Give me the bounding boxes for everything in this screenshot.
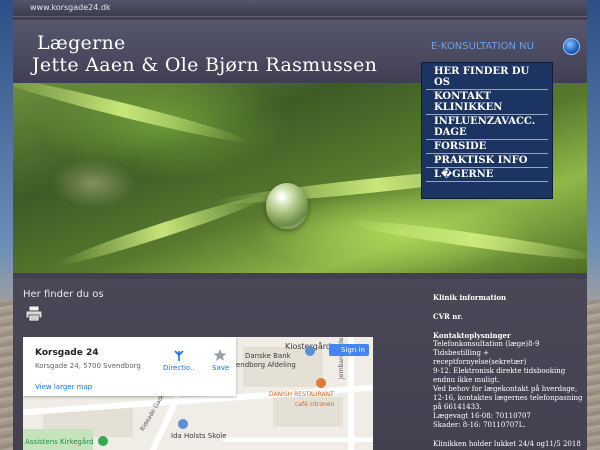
map-label-danish-restaurant: DANISH RESTAURANT (269, 391, 334, 398)
cvr-label: CVR nr. (433, 312, 463, 321)
holiday-note: Klinikken holder lukket 24/4 og11/5 2018 (433, 440, 581, 448)
site-title-line2[interactable]: Jette Aaen & Ole Bjørn Rasmussen (32, 54, 377, 76)
grass-blade (56, 189, 270, 271)
view-larger-map-link[interactable]: View larger map (35, 383, 92, 391)
water-drop (266, 183, 308, 229)
map-signin-label: Sign in (341, 346, 365, 354)
bank-marker-icon[interactable] (305, 346, 315, 356)
map-signin-button[interactable]: Sign in (329, 344, 369, 356)
main-nav: HER FINDER DU OS KONTAKT KLINIKKEN INFLU… (421, 62, 553, 199)
globe-icon[interactable] (563, 38, 580, 55)
contact-line: på 66141433. (433, 403, 482, 411)
grass-blade (13, 83, 251, 149)
map-label-danske-bank: Danske Bank (245, 352, 291, 360)
contact-line: 12-16, kontaktes lægernes telefonpasning (433, 394, 583, 402)
nav-item-contact[interactable]: KONTAKT KLINIKKEN (426, 90, 548, 115)
site-title-line1[interactable]: Lægerne (37, 32, 126, 54)
top-bar: www.korsgade24.dk (13, 0, 587, 17)
map-label-ida-holsts-skole: Ida Holsts Skole (171, 432, 227, 440)
map-label-assistens-kirkegard: Assistens Kirkegård (25, 438, 94, 446)
contact-line: Lægevagt 16-08: 70110707 (433, 412, 531, 420)
contact-line: endnu ikke muligt. (433, 376, 500, 384)
nav-item-home[interactable]: FORSIDE (426, 140, 548, 154)
contact-line: Ved behov for lægekontakt på hverdage, (433, 385, 578, 393)
nav-item-find-us[interactable]: HER FINDER DU OS (426, 65, 548, 90)
printer-icon[interactable] (25, 305, 43, 322)
ekonsultation-link[interactable]: E-KONSULTATION NU (431, 41, 534, 52)
nav-item-flu-vaccine[interactable]: INFLUENZAVACC. DAGE (426, 115, 548, 140)
directions-icon[interactable] (172, 350, 186, 362)
directions-button[interactable]: Directio.. (163, 364, 195, 372)
site-url[interactable]: www.korsgade24.dk (30, 3, 111, 12)
star-icon[interactable] (213, 348, 227, 362)
map-label-svendborg-afdeling: endborg Afdeling (236, 361, 296, 369)
contact-heading: Kontaktoplysninger (433, 331, 511, 340)
map-road (223, 437, 373, 442)
sidebar-info: Klinik information CVR nr. Kontaktoplysn… (433, 293, 583, 449)
nav-item-doctors[interactable]: L�GERNE (426, 168, 548, 182)
google-map[interactable]: Klostergård Danske Bank endborg Afdeling… (23, 337, 373, 450)
map-label-cafe-citronen: café citronen (295, 401, 335, 408)
contact-line: Telefonkonsultation (læge)8-9 (433, 340, 540, 348)
save-button[interactable]: Save (212, 364, 229, 372)
map-card-title: Korsgade 24 (35, 348, 99, 358)
contact-line: Tidsbestilling + receptfornyelse(sekretæ… (433, 349, 527, 366)
contact-line: Skader: 8-16: 70110707L. (433, 421, 526, 429)
cemetery-marker-icon[interactable] (98, 436, 108, 446)
restaurant-marker-icon[interactable] (316, 378, 326, 388)
page-title: Her finder du os (23, 289, 104, 300)
grass-blade (343, 214, 587, 266)
klinik-info-heading: Klinik information (433, 293, 507, 302)
school-marker-icon[interactable] (178, 419, 188, 429)
contact-line: 9-12. Elektronisk direkte tidsbooking (433, 367, 566, 375)
map-card-address: Korsgade 24, 5700 Svendborg (35, 362, 141, 370)
nav-item-practical-info[interactable]: PRAKTISK INFO (426, 154, 548, 168)
map-info-card: Korsgade 24 Korsgade 24, 5700 Svendborg … (23, 337, 236, 396)
